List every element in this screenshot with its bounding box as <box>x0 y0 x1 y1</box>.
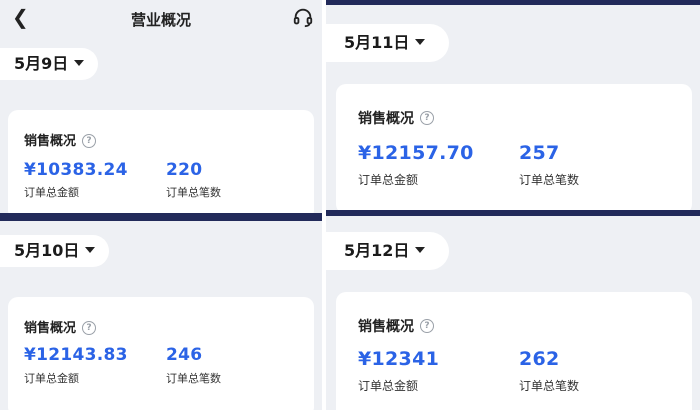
date-label: 5月12日 <box>344 241 410 260</box>
caret-down-icon <box>85 246 96 253</box>
order-total-count: 262 <box>519 348 560 370</box>
headset-icon[interactable] <box>292 6 314 28</box>
date-selector[interactable]: 5月9日 <box>0 48 99 80</box>
date-label: 5月9日 <box>14 54 69 73</box>
card-title: 销售概况? <box>24 130 97 149</box>
help-icon[interactable]: ? <box>82 320 97 335</box>
card-title: 销售概况? <box>358 108 434 128</box>
order-total-count-label: 订单总笔数 <box>166 372 221 385</box>
sales-summary-card: 销售概况? ¥12157.70 订单总金额 257 订单总笔数 <box>336 84 692 210</box>
card-title-text: 销售概况 <box>24 134 77 149</box>
help-icon[interactable]: ? <box>420 111 434 125</box>
order-total-amount: ¥12341 <box>358 348 440 370</box>
order-total-count-label: 订单总笔数 <box>519 379 580 393</box>
caret-down-icon <box>415 38 426 45</box>
date-selector[interactable]: 5月12日 <box>326 232 450 270</box>
order-total-amount-label: 订单总金额 <box>24 372 79 385</box>
date-label: 5月10日 <box>14 241 80 260</box>
panel-may-10: 5月10日 销售概况? ¥12143.83 订单总金额 246 订单总笔数 <box>0 221 322 410</box>
order-total-amount-label: 订单总金额 <box>24 186 79 199</box>
caret-down-icon <box>74 59 85 66</box>
card-title: 销售概况? <box>358 316 434 336</box>
panel-may-11: 5月11日 销售概况? ¥12157.70 订单总金额 257 订单总笔数 <box>326 5 700 210</box>
date-selector[interactable]: 5月11日 <box>326 24 450 62</box>
caret-down-icon <box>415 246 426 253</box>
panel-may-12: 5月12日 销售概况? ¥12341 订单总金额 262 订单总笔数 <box>326 216 700 410</box>
panel-may-9: ❮ 营业概况 5月9日 销售概况? ¥10383.24 订单总金额 220 订单… <box>0 0 322 213</box>
order-total-amount-label: 订单总金额 <box>358 173 419 187</box>
card-title-text: 销售概况 <box>24 321 77 336</box>
order-total-amount-label: 订单总金额 <box>358 379 419 393</box>
card-title: 销售概况? <box>24 317 97 336</box>
order-total-amount: ¥10383.24 <box>24 160 128 180</box>
order-total-count-label: 订单总笔数 <box>519 173 580 187</box>
page-title: 营业概况 <box>130 11 191 29</box>
order-total-amount: ¥12157.70 <box>358 142 474 164</box>
card-title-text: 销售概况 <box>358 319 414 335</box>
help-icon[interactable]: ? <box>420 319 434 333</box>
order-total-count-label: 订单总笔数 <box>166 186 221 199</box>
card-title-text: 销售概况 <box>358 111 414 127</box>
divider <box>0 213 322 221</box>
sales-summary-card: 销售概况? ¥12143.83 订单总金额 246 订单总笔数 <box>8 297 314 410</box>
order-total-count: 246 <box>166 345 203 365</box>
sales-summary-card: 销售概况? ¥12341 订单总金额 262 订单总笔数 <box>336 292 692 410</box>
help-icon[interactable]: ? <box>82 133 97 148</box>
date-selector[interactable]: 5月10日 <box>0 235 110 267</box>
order-total-count: 220 <box>166 160 203 180</box>
order-total-count: 257 <box>519 142 560 164</box>
sales-summary-card: 销售概况? ¥10383.24 订单总金额 220 订单总笔数 <box>8 110 314 213</box>
order-total-amount: ¥12143.83 <box>24 345 128 365</box>
date-label: 5月11日 <box>344 33 410 52</box>
navbar: ❮ 营业概况 <box>0 0 322 36</box>
